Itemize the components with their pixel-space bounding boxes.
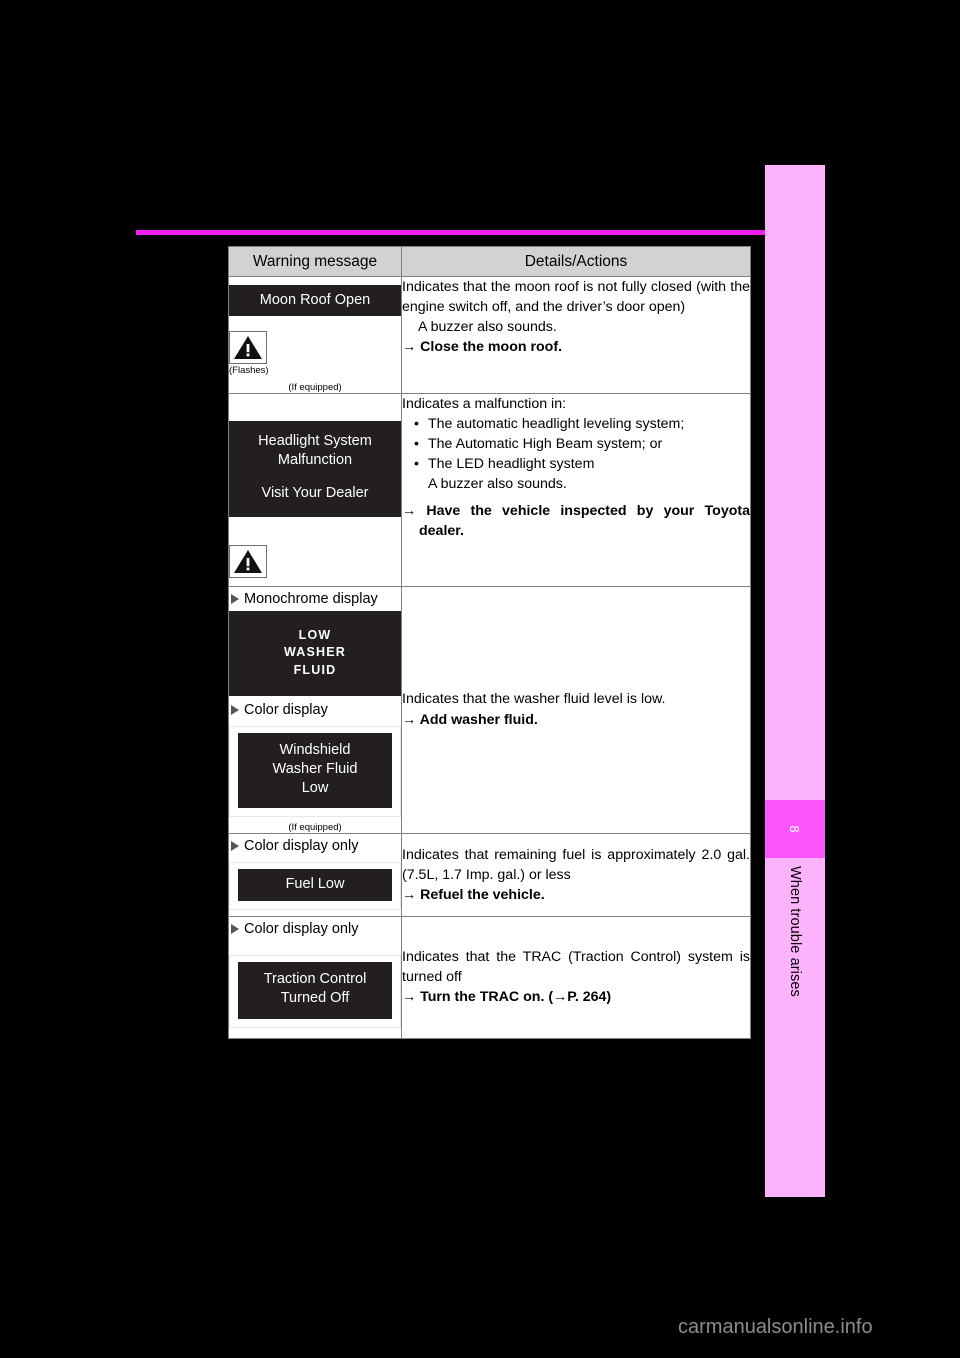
list-item: The LED headlight system (402, 454, 750, 474)
triangle-bullet-icon (231, 923, 239, 934)
table-row: Headlight System Malfunction Visit Your … (228, 392, 751, 587)
action-text-washer-fluid: → Add washer fluid. (402, 711, 538, 728)
display-panel-washer-mono: LOW WASHER FLUID (229, 610, 401, 696)
subheading-label: Color display (244, 701, 328, 718)
warning-message-cell-washer-fluid: Monochrome display LOW WASHER FLUID Colo… (228, 585, 402, 834)
details-cell-washer-fluid: Indicates that the washer fluid level is… (401, 585, 751, 834)
display-line-2: WASHER (283, 645, 347, 660)
subheading-monochrome-display: Monochrome display (231, 591, 401, 607)
display-frame-washer-color: Windshield Washer Fluid Low (229, 725, 401, 817)
details-cell-headlight: Indicates a malfunction in: The automati… (401, 392, 751, 587)
details-bullet-list-headlight: The automatic headlight leveling system;… (402, 414, 750, 475)
display-line-3: Low (301, 780, 329, 797)
display-panel-moon-roof: Moon Roof Open (229, 285, 401, 317)
site-watermark: carmanualsonline.info (678, 1316, 873, 1338)
table-row: Monochrome display LOW WASHER FLUID Colo… (228, 585, 751, 834)
triangle-bullet-icon (231, 704, 239, 715)
icon-caption-flashes: (Flashes) (229, 365, 269, 377)
display-panel-fuel-low: Fuel Low (238, 868, 392, 901)
details-text-washer-fluid: Indicates that the washer fluid level is… (402, 691, 666, 708)
page-number-badge: 8 (765, 800, 825, 858)
page-number-text: 8 (787, 825, 803, 833)
subheading-label: Color display only (244, 837, 359, 854)
if-equipped-note-1: (If equipped) (288, 381, 342, 393)
details-buzzer-note-moon-roof: A buzzer also sounds. (418, 319, 557, 336)
subheading-label: Color display only (244, 920, 359, 937)
warning-message-cell-headlight: Headlight System Malfunction Visit Your … (228, 392, 402, 587)
header-rule (136, 230, 820, 235)
subheading-label: Monochrome display (244, 590, 378, 607)
action-text-headlight: → Have the vehicle inspected by your Toy… (402, 502, 750, 539)
section-title-text: When trouble arises (787, 866, 803, 997)
warning-message-table: Warning message Details/Actions Moon Roo… (228, 246, 751, 1039)
display-line-3: Visit Your Dealer (261, 485, 369, 502)
subheading-color-display-only-trac: Color display only (231, 921, 401, 937)
details-cell-fuel-low: Indicates that remaining fuel is approxi… (401, 832, 751, 917)
display-panel-traction-control: Traction Control Turned Off (238, 961, 392, 1019)
display-line-3: FLUID (293, 663, 337, 678)
display-line-1: Windshield (279, 741, 351, 758)
if-equipped-note-2: (If equipped) (288, 821, 342, 833)
action-text-traction-control: → Turn the TRAC on. (→P. 264) (402, 989, 612, 1006)
display-line-2: Washer Fluid (272, 761, 358, 778)
display-frame-traction-control: Traction Control Turned Off (229, 954, 401, 1028)
subheading-color-display: Color display (231, 702, 401, 718)
display-frame-fuel-low: Fuel Low (229, 861, 401, 910)
display-line-1: Headlight System (258, 432, 372, 449)
action-text-fuel-low: → Refuel the vehicle. (402, 886, 545, 903)
warning-triangle-icon (229, 544, 267, 578)
details-cell-moon-roof: Indicates that the moon roof is not full… (401, 276, 751, 394)
table-row: Moon Roof Open (Flashes) (If equipped) I… (228, 276, 751, 394)
details-text-fuel-low: Indicates that remaining fuel is approxi… (402, 846, 750, 883)
column-header-warning-message: Warning message (228, 246, 402, 277)
warning-triangle-icon (229, 331, 267, 365)
details-intro-headlight: Indicates a malfunction in: (402, 395, 567, 412)
display-panel-headlight: Headlight System Malfunction Visit Your … (229, 420, 401, 517)
warning-message-cell-fuel-low: Color display only Fuel Low (228, 832, 402, 917)
display-line-2: Turned Off (280, 990, 350, 1007)
display-panel-washer-color: Windshield Washer Fluid Low (238, 732, 392, 808)
list-item: The Automatic High Beam system; or (402, 434, 750, 454)
display-line-1: LOW (298, 627, 332, 642)
display-line-2: Malfunction (277, 452, 353, 468)
triangle-bullet-icon (231, 840, 239, 851)
table-header-row: Warning message Details/Actions (228, 246, 751, 277)
table-row: Color display only Fuel Low Indicates th… (228, 832, 751, 917)
table-row: Color display only Traction Control Turn… (228, 915, 751, 1039)
subheading-color-display-only-fuel: Color display only (231, 838, 401, 854)
warning-message-cell-traction-control: Color display only Traction Control Turn… (228, 915, 402, 1039)
details-cell-traction-control: Indicates that the TRAC (Traction Contro… (401, 915, 751, 1039)
details-text-moon-roof: Indicates that the moon roof is not full… (402, 279, 750, 316)
triangle-bullet-icon (231, 593, 239, 604)
column-header-details-actions: Details/Actions (401, 246, 751, 277)
details-buzzer-note-headlight: A buzzer also sounds. (428, 476, 567, 493)
warning-message-cell-moon-roof: Moon Roof Open (Flashes) (If equipped) (228, 276, 402, 394)
details-text-traction-control: Indicates that the TRAC (Traction Contro… (402, 948, 750, 986)
action-text-moon-roof: → Close the moon roof. (402, 339, 563, 356)
list-item: The automatic headlight leveling system; (402, 414, 750, 434)
section-title-vertical: When trouble arises (765, 866, 825, 1166)
display-line-1: Traction Control (263, 970, 367, 987)
